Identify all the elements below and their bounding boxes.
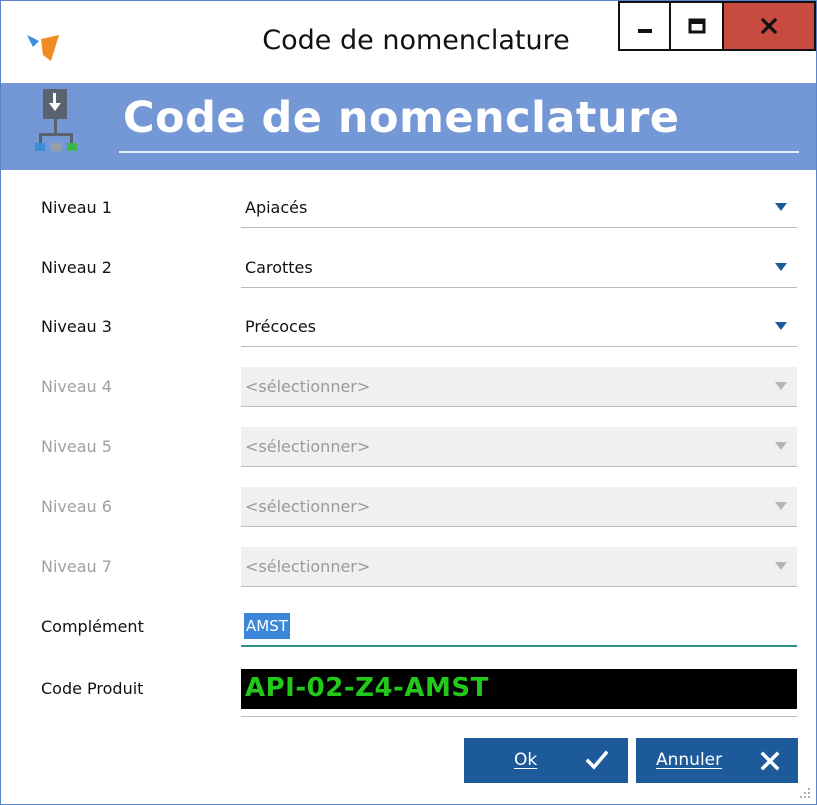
chevron-down-icon [775, 203, 787, 211]
header-underline [119, 151, 799, 153]
dialog-window: Code de nomenclature Code de nomenclatur… [0, 0, 817, 805]
chevron-down-icon [775, 382, 787, 390]
row-niveau-1: Niveau 1 Apiacés [1, 188, 816, 228]
chevron-down-icon [775, 322, 787, 330]
ok-button[interactable]: Ok [464, 738, 628, 783]
minimize-icon [637, 29, 652, 33]
chevron-down-icon [775, 562, 787, 570]
row-code-produit: Code Produit API-02-Z4-AMST [1, 669, 816, 719]
complement-value: AMST [244, 613, 290, 639]
niveau-5-label: Niveau 5 [41, 437, 112, 456]
cross-icon [760, 751, 780, 771]
niveau-6-label: Niveau 6 [41, 497, 112, 516]
niveau-7-select: <sélectionner> [241, 547, 797, 587]
niveau-2-value: Carottes [245, 258, 313, 277]
code-produit-display: API-02-Z4-AMST [241, 669, 797, 709]
close-icon [760, 17, 778, 35]
niveau-4-select: <sélectionner> [241, 367, 797, 407]
row-niveau-2: Niveau 2 Carottes [1, 248, 816, 288]
title-bar[interactable]: Code de nomenclature [1, 1, 816, 81]
niveau-1-label: Niveau 1 [41, 198, 112, 217]
code-produit-label: Code Produit [41, 679, 144, 698]
row-niveau-6: Niveau 6 <sélectionner> [1, 487, 816, 527]
complement-label: Complément [41, 617, 144, 636]
cancel-button-label: Annuler [656, 750, 723, 770]
niveau-4-value: <sélectionner> [245, 377, 371, 396]
niveau-7-label: Niveau 7 [41, 557, 112, 576]
niveau-3-value: Précoces [245, 317, 316, 336]
niveau-7-value: <sélectionner> [245, 557, 371, 576]
row-niveau-7: Niveau 7 <sélectionner> [1, 547, 816, 587]
code-produit-underline [241, 716, 797, 717]
cancel-button[interactable]: Annuler [636, 738, 798, 783]
niveau-1-select[interactable]: Apiacés [241, 188, 797, 228]
resize-grip-icon[interactable] [798, 786, 812, 800]
niveau-5-value: <sélectionner> [245, 437, 371, 456]
row-niveau-3: Niveau 3 Précoces [1, 307, 816, 347]
row-niveau-5: Niveau 5 <sélectionner> [1, 427, 816, 467]
maximize-button[interactable] [671, 1, 724, 51]
niveau-4-label: Niveau 4 [41, 377, 112, 396]
ok-button-label: Ok [514, 750, 538, 770]
niveau-2-label: Niveau 2 [41, 258, 112, 277]
checkmark-icon [586, 750, 608, 770]
niveau-3-label: Niveau 3 [41, 317, 112, 336]
chevron-down-icon [775, 263, 787, 271]
hierarchy-icon [35, 89, 77, 151]
complement-input[interactable]: AMST [241, 607, 797, 647]
niveau-2-select[interactable]: Carottes [241, 248, 797, 288]
niveau-6-select: <sélectionner> [241, 487, 797, 527]
chevron-down-icon [775, 442, 787, 450]
close-button[interactable] [724, 1, 816, 51]
code-produit-value: API-02-Z4-AMST [245, 673, 489, 703]
dialog-header: Code de nomenclature [1, 83, 816, 170]
minimize-button[interactable] [618, 1, 671, 51]
maximize-icon [688, 18, 705, 34]
row-niveau-4: Niveau 4 <sélectionner> [1, 367, 816, 407]
niveau-6-value: <sélectionner> [245, 497, 371, 516]
chevron-down-icon [775, 502, 787, 510]
window-controls [618, 1, 816, 59]
niveau-3-select[interactable]: Précoces [241, 307, 797, 347]
niveau-1-value: Apiacés [245, 198, 308, 217]
header-title: Code de nomenclature [123, 93, 680, 143]
row-complement: Complément AMST [1, 607, 816, 647]
niveau-5-select: <sélectionner> [241, 427, 797, 467]
